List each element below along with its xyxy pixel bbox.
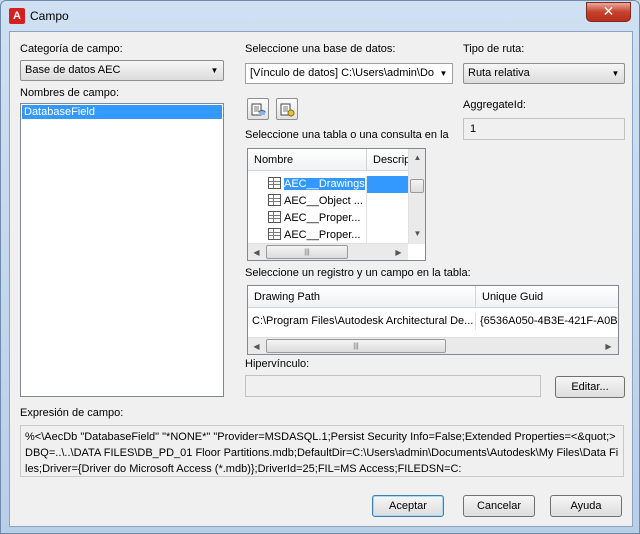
edit-hyperlink-button[interactable]: Editar... [555,376,625,398]
open-database-icon [251,103,266,116]
table-row[interactable]: AEC__Proper... [268,210,367,227]
table-row[interactable]: AEC__Drawings [268,176,367,193]
list-item[interactable]: DatabaseField [22,105,222,119]
field-names-label: Nombres de campo: [20,87,120,99]
horizontal-scrollbar[interactable]: ◀ ||| ▶ [248,337,618,354]
edit-database-icon [280,103,295,117]
table-query-label: Seleccione una tabla o una consulta en l… [245,129,449,141]
title-bar[interactable]: A Campo ✕ [1,1,639,31]
table-icon [268,228,281,240]
close-button[interactable]: ✕ [586,2,631,22]
table-row[interactable]: AEC__Proper... [268,227,367,244]
record-cell-unique-guid[interactable]: {6536A050-4B3E-421F-A0B7 [480,313,618,330]
hyperlink-field [245,375,541,397]
scroll-up-icon[interactable]: ▲ [409,149,425,166]
help-button[interactable]: Ayuda [550,495,622,517]
scroll-left-icon[interactable]: ◀ [248,244,265,260]
scroll-down-icon[interactable]: ▼ [409,225,425,242]
chevron-down-icon: ▼ [611,69,620,78]
field-names-list[interactable]: DatabaseField [20,103,224,397]
aggregate-id-value: 1 [463,118,625,140]
column-header-unique-guid[interactable]: Unique Guid [476,286,618,308]
scroll-thumb[interactable] [410,179,424,193]
column-header-drawing-path[interactable]: Drawing Path [248,286,476,308]
table-icon [268,177,281,189]
hyperlink-label: Hipervínculo: [245,358,310,370]
database-value: [Vínculo de datos] C:\Users\admin\Doc [250,67,434,79]
scroll-right-icon[interactable]: ▶ [390,244,407,260]
table-query-grid[interactable]: Nombre Descrip AEC__Drawings AEC__Object… [247,148,426,261]
database-select[interactable]: [Vínculo de datos] C:\Users\admin\Doc ▼ [245,63,453,84]
scroll-thumb[interactable]: ||| [266,245,348,259]
record-field-grid[interactable]: Drawing Path Unique Guid C:\Program File… [247,285,619,355]
table-icon [268,211,281,223]
window-title: Campo [30,9,69,23]
aggregate-id-label: AggregateId: [463,99,526,111]
horizontal-scrollbar[interactable]: ◀ ||| ▶ [248,243,408,260]
category-label: Categoría de campo: [20,43,123,55]
route-type-select[interactable]: Ruta relativa ▼ [463,63,625,84]
table-row[interactable]: AEC__Object ... [268,193,367,210]
category-select[interactable]: Base de datos AEC ▼ [20,60,224,81]
edit-database-button[interactable] [276,98,298,120]
open-database-button[interactable] [247,98,269,120]
autocad-logo-icon: A [9,8,25,24]
field-expression-text: %<\AecDb "DatabaseField" "*NONE*" "Provi… [20,425,624,477]
cancel-button[interactable]: Cancelar [463,495,535,517]
chevron-down-icon: ▼ [439,69,448,78]
scroll-right-icon[interactable]: ▶ [600,338,617,354]
scroll-thumb[interactable]: ||| [266,339,446,353]
vertical-scrollbar[interactable]: ▲ ▼ [408,149,425,244]
database-label: Seleccione una base de datos: [245,43,396,55]
table-icon [268,194,281,206]
scroll-left-icon[interactable]: ◀ [248,338,265,354]
record-field-label: Seleccione un registro y un campo en la … [245,267,471,279]
dialog-window: A Campo ✕ Categoría de campo: Base de da… [0,0,640,534]
table-row-description [367,176,409,193]
column-header-description[interactable]: Descrip [367,149,409,171]
chevron-down-icon: ▼ [210,66,219,75]
record-cell-drawing-path[interactable]: C:\Program Files\Autodesk Architectural … [252,313,476,330]
route-type-label: Tipo de ruta: [463,43,525,55]
route-type-value: Ruta relativa [468,67,530,79]
category-value: Base de datos AEC [25,64,121,76]
dialog-client-area: Categoría de campo: Base de datos AEC ▼ … [9,31,633,527]
accept-button[interactable]: Aceptar [372,495,444,517]
column-header-name[interactable]: Nombre [248,149,367,171]
field-expression-label: Expresión de campo: [20,407,124,419]
